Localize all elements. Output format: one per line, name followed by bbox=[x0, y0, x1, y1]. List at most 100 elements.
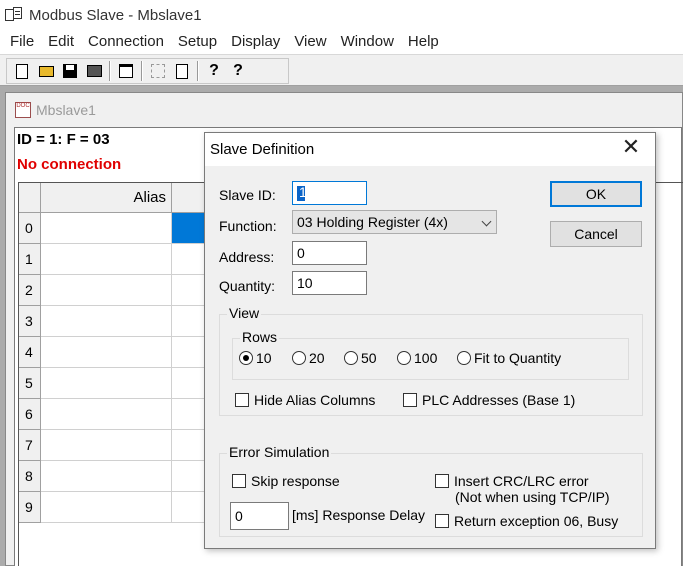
toolbar-separator bbox=[197, 61, 199, 81]
insert-crc-text: Insert CRC/LRC error (Not when using TCP… bbox=[454, 473, 610, 505]
hide-alias-label: Hide Alias Columns bbox=[254, 392, 376, 408]
save-disk-icon bbox=[63, 64, 77, 78]
insert-crc-option[interactable]: Insert CRC/LRC error (Not when using TCP… bbox=[435, 473, 610, 505]
radio-10[interactable] bbox=[239, 351, 253, 365]
radio-20[interactable] bbox=[292, 351, 306, 365]
address-input[interactable]: 0 bbox=[292, 241, 367, 265]
menu-setup[interactable]: Setup bbox=[171, 31, 224, 53]
error-simulation-title: Error Simulation bbox=[227, 444, 332, 460]
save-button[interactable] bbox=[59, 60, 81, 82]
row-header[interactable]: 5 bbox=[19, 368, 41, 399]
insert-crc-note: (Not when using TCP/IP) bbox=[455, 489, 610, 505]
slave-id-label: Slave ID: bbox=[219, 187, 276, 203]
function-select[interactable]: 03 Holding Register (4x) bbox=[292, 210, 497, 234]
menu-display[interactable]: Display bbox=[224, 31, 287, 53]
rows-group-title: Rows bbox=[240, 329, 280, 345]
rows-option-fit-label: Fit to Quantity bbox=[474, 350, 562, 366]
row-header[interactable]: 2 bbox=[19, 275, 41, 306]
insert-crc-label: Insert CRC/LRC error bbox=[454, 473, 589, 489]
menu-connection[interactable]: Connection bbox=[81, 31, 171, 53]
clipboard-button[interactable] bbox=[171, 60, 193, 82]
plc-addresses-label: PLC Addresses (Base 1) bbox=[422, 392, 576, 408]
response-delay-label: [ms] Response Delay bbox=[292, 507, 426, 523]
alias-cell[interactable] bbox=[41, 337, 172, 368]
slave-definition-dialog: Slave Definition ✕ Slave ID: 1 Function:… bbox=[204, 132, 656, 549]
rows-option-50[interactable]: 50 bbox=[344, 350, 377, 366]
alias-cell[interactable] bbox=[41, 275, 172, 306]
grid-button[interactable] bbox=[147, 60, 169, 82]
menu-edit[interactable]: Edit bbox=[41, 31, 81, 53]
quantity-label: Quantity: bbox=[219, 278, 276, 294]
dialog-title: Slave Definition bbox=[210, 141, 315, 158]
alias-cell[interactable] bbox=[41, 306, 172, 337]
row-header[interactable]: 8 bbox=[19, 461, 41, 492]
cancel-button[interactable]: Cancel bbox=[550, 221, 642, 247]
clipboard-icon bbox=[176, 63, 188, 79]
hide-alias-checkbox[interactable] bbox=[235, 393, 249, 407]
alias-cell[interactable] bbox=[41, 368, 172, 399]
row-header[interactable]: 1 bbox=[19, 244, 41, 275]
dialog-title-bar: Slave Definition ✕ bbox=[205, 133, 655, 166]
radio-100[interactable] bbox=[397, 351, 411, 365]
alias-column-header[interactable]: Alias bbox=[41, 183, 172, 213]
alias-cell[interactable] bbox=[41, 399, 172, 430]
toolbar: ? ? bbox=[0, 54, 683, 86]
child-title-bar[interactable]: DOC Mbslave1 bbox=[6, 93, 682, 127]
rows-option-20[interactable]: 20 bbox=[292, 350, 325, 366]
row-header[interactable]: 0 bbox=[19, 213, 41, 244]
plc-addresses-checkbox[interactable] bbox=[403, 393, 417, 407]
return-exception-option[interactable]: Return exception 06, Busy bbox=[435, 513, 618, 529]
insert-crc-checkbox[interactable] bbox=[435, 474, 449, 488]
help-icon: ? bbox=[209, 62, 219, 79]
radio-50[interactable] bbox=[344, 351, 358, 365]
open-folder-icon bbox=[38, 65, 54, 77]
radio-fit[interactable] bbox=[457, 351, 471, 365]
response-delay-input[interactable]: 0 bbox=[230, 502, 289, 530]
return-exception-checkbox[interactable] bbox=[435, 514, 449, 528]
alias-cell[interactable] bbox=[41, 492, 172, 523]
toolbar-strip: ? ? bbox=[6, 58, 289, 84]
row-header[interactable]: 6 bbox=[19, 399, 41, 430]
rows-option-fit[interactable]: Fit to Quantity bbox=[457, 350, 561, 366]
new-document-button[interactable] bbox=[11, 60, 33, 82]
menu-help[interactable]: Help bbox=[401, 31, 446, 53]
window-button[interactable] bbox=[115, 60, 137, 82]
quantity-input[interactable]: 10 bbox=[292, 271, 367, 295]
menu-view[interactable]: View bbox=[287, 31, 333, 53]
rows-option-50-label: 50 bbox=[361, 350, 377, 366]
toolbar-separator bbox=[109, 61, 111, 81]
slave-id-input[interactable]: 1 bbox=[292, 181, 367, 205]
alias-cell[interactable] bbox=[41, 244, 172, 275]
return-exception-label: Return exception 06, Busy bbox=[454, 513, 619, 529]
rows-option-10-label: 10 bbox=[256, 350, 272, 366]
menu-window[interactable]: Window bbox=[334, 31, 401, 53]
row-header[interactable]: 9 bbox=[19, 492, 41, 523]
alias-cell[interactable] bbox=[41, 213, 172, 244]
open-button[interactable] bbox=[35, 60, 57, 82]
alias-cell[interactable] bbox=[41, 430, 172, 461]
chevron-down-icon bbox=[481, 216, 492, 227]
skip-response-option[interactable]: Skip response bbox=[232, 473, 340, 489]
alias-cell[interactable] bbox=[41, 461, 172, 492]
skip-response-checkbox[interactable] bbox=[232, 474, 246, 488]
ok-button[interactable]: OK bbox=[550, 181, 642, 207]
document-icon: DOC bbox=[15, 102, 31, 118]
row-header[interactable]: 4 bbox=[19, 337, 41, 368]
skip-response-label: Skip response bbox=[251, 473, 340, 489]
print-button[interactable] bbox=[83, 60, 105, 82]
row-header[interactable]: 3 bbox=[19, 306, 41, 337]
rows-option-100[interactable]: 100 bbox=[397, 350, 437, 366]
rows-option-10[interactable]: 10 bbox=[239, 350, 272, 366]
hide-alias-columns-option[interactable]: Hide Alias Columns bbox=[235, 392, 375, 408]
modbus-app-icon bbox=[5, 7, 23, 23]
grid-corner[interactable] bbox=[19, 183, 41, 213]
context-help-button[interactable]: ? bbox=[227, 60, 249, 82]
row-header[interactable]: 7 bbox=[19, 430, 41, 461]
view-group-title: View bbox=[227, 305, 262, 321]
menu-file[interactable]: File bbox=[3, 31, 41, 53]
help-button[interactable]: ? bbox=[203, 60, 225, 82]
close-icon[interactable]: ✕ bbox=[621, 137, 641, 159]
slave-status-id: ID = 1: F = 03 bbox=[17, 131, 110, 148]
plc-addresses-option[interactable]: PLC Addresses (Base 1) bbox=[403, 392, 575, 408]
address-label: Address: bbox=[219, 249, 275, 265]
